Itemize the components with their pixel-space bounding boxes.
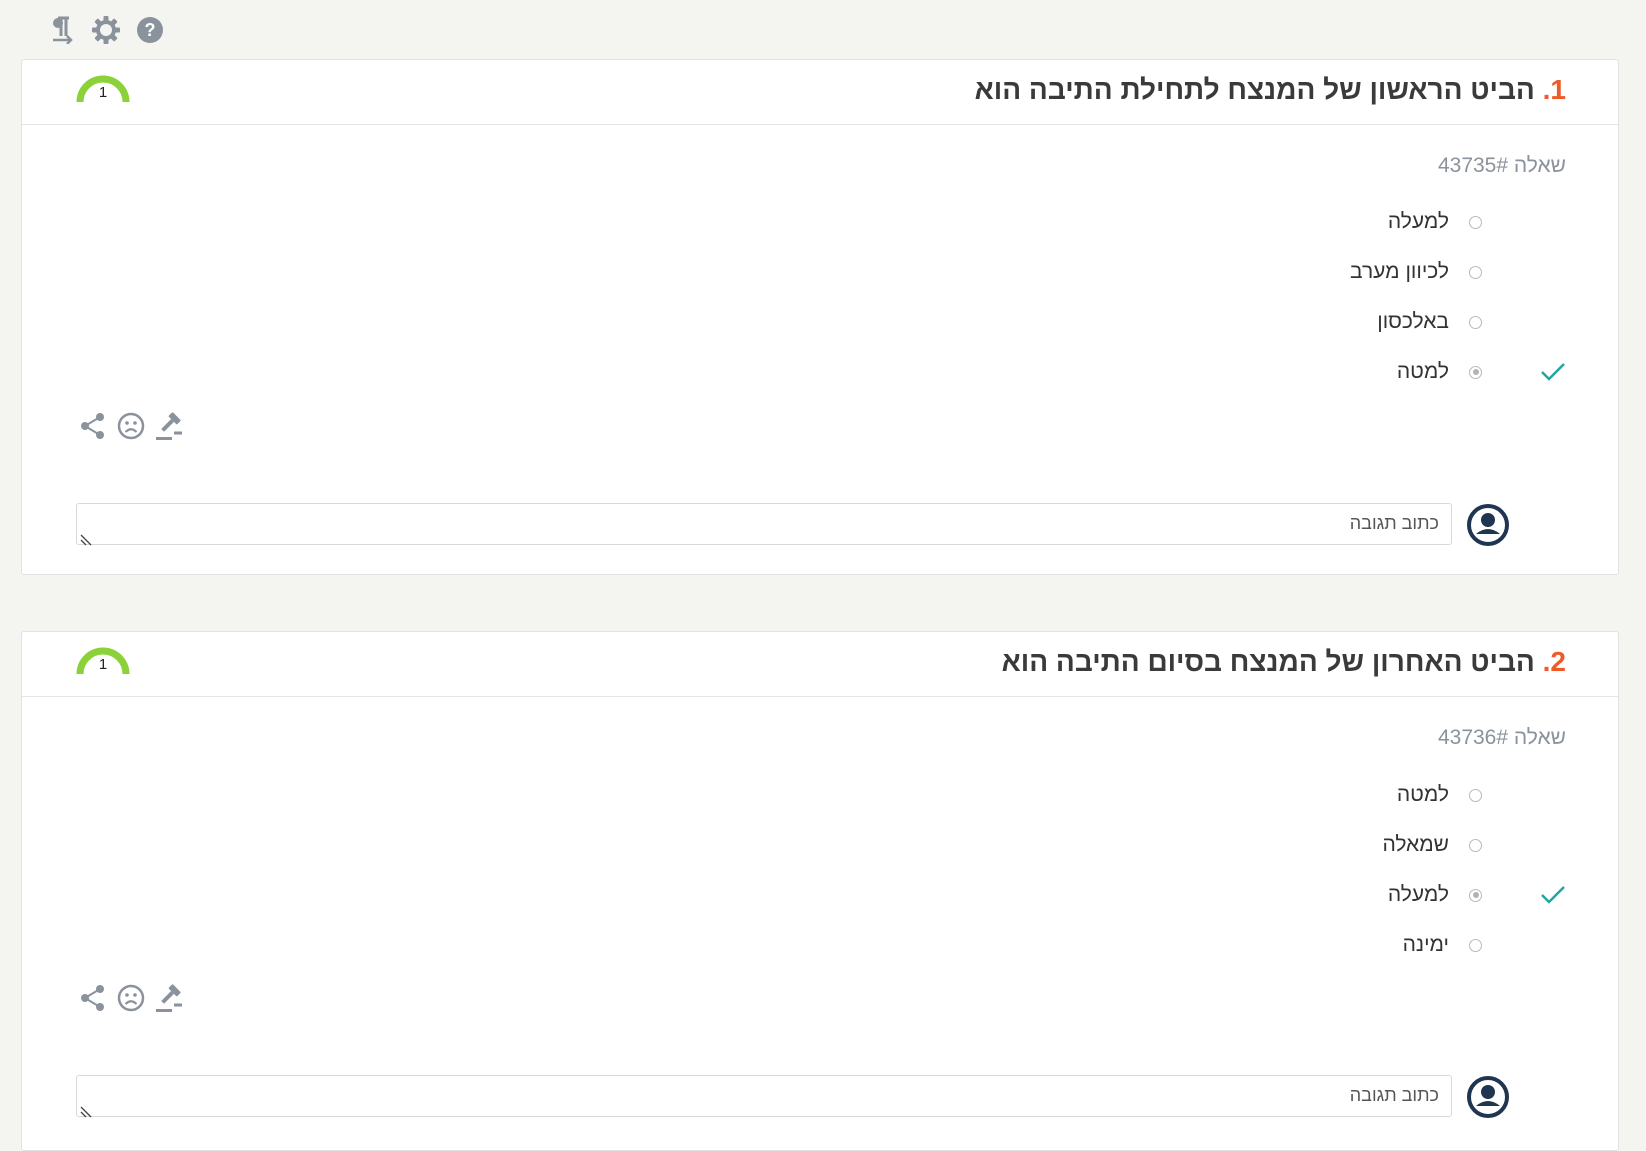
radio-button-selected[interactable] (1469, 365, 1482, 379)
option-label: למטה (1396, 360, 1449, 383)
answer-option[interactable]: שמאלה (1382, 830, 1482, 860)
sad-face-icon[interactable] (116, 983, 146, 1013)
help-icon[interactable]: ? (134, 14, 166, 46)
pilcrow-rtl-icon[interactable] (46, 14, 78, 46)
option-label: באלכסון (1377, 310, 1449, 333)
top-toolbar: ? (46, 14, 166, 46)
reply-textarea[interactable]: כתוב תגובה (76, 503, 1452, 545)
option-label: לכיוון מערב (1350, 260, 1449, 283)
answer-option[interactable]: למטה (1397, 780, 1482, 810)
share-icon[interactable] (78, 983, 108, 1013)
resize-handle-icon[interactable] (80, 533, 92, 546)
difficulty-gauge: 1 (76, 646, 130, 678)
question-card-2: 1 2. הביט האחרון של המנצח בסיום התיבה הו… (21, 631, 1619, 1151)
question-title: 1. הביט הראשון של המנצח לתחילת התיבה הוא (975, 74, 1566, 106)
question-number: 1. (1542, 74, 1566, 105)
radio-button[interactable] (1469, 315, 1482, 329)
question-header: 1 2. הביט האחרון של המנצח בסיום התיבה הו… (22, 632, 1618, 697)
question-id: שאלה 43736# (1437, 726, 1566, 749)
correct-check-icon (1540, 361, 1566, 383)
answer-option[interactable]: לכיוון מערב (1350, 257, 1482, 287)
sad-face-icon[interactable] (116, 411, 146, 441)
gauge-value: 1 (98, 84, 108, 101)
question-id: שאלה 43735# (1437, 154, 1566, 177)
reply-row: כתוב תגובה (76, 1075, 1564, 1119)
user-avatar-icon (1466, 503, 1510, 547)
option-label: ימינה (1402, 933, 1449, 956)
answer-option[interactable]: ימינה (1403, 930, 1482, 960)
option-label: למעלה (1387, 210, 1449, 233)
reply-textarea[interactable]: כתוב תגובה (76, 1075, 1452, 1117)
question-header: 1 1. הביט הראשון של המנצח לתחילת התיבה ה… (22, 60, 1618, 125)
user-avatar-icon (1466, 1075, 1510, 1119)
question-text: הביט האחרון של המנצח בסיום התיבה הוא (1001, 646, 1535, 677)
radio-button-selected[interactable] (1469, 888, 1482, 902)
gavel-report-icon[interactable] (154, 983, 184, 1013)
radio-button[interactable] (1469, 788, 1482, 802)
radio-button[interactable] (1469, 215, 1482, 229)
settings-gear-icon[interactable] (90, 14, 122, 46)
difficulty-gauge: 1 (76, 74, 130, 106)
option-label: למעלה (1387, 883, 1449, 906)
answer-option[interactable]: באלכסון (1377, 307, 1482, 337)
gauge-value: 1 (98, 656, 108, 673)
reply-row: כתוב תגובה (76, 503, 1564, 547)
question-title: 2. הביט האחרון של המנצח בסיום התיבה הוא (1002, 646, 1566, 678)
radio-button[interactable] (1469, 265, 1482, 279)
svg-text:?: ? (145, 20, 156, 40)
correct-check-icon (1540, 884, 1566, 906)
resize-handle-icon[interactable] (80, 1105, 92, 1118)
answer-option[interactable]: למעלה (1388, 207, 1482, 237)
option-label: למטה (1396, 783, 1449, 806)
share-icon[interactable] (78, 411, 108, 441)
question-actions (78, 983, 184, 1013)
answer-option[interactable]: למטה (1397, 357, 1482, 387)
radio-button[interactable] (1469, 938, 1482, 952)
option-label: שמאלה (1382, 833, 1449, 856)
question-number: 2. (1542, 646, 1566, 677)
question-actions (78, 411, 184, 441)
radio-button[interactable] (1469, 838, 1482, 852)
gavel-report-icon[interactable] (154, 411, 184, 441)
question-text: הביט הראשון של המנצח לתחילת התיבה הוא (974, 74, 1535, 105)
question-card-1: 1 1. הביט הראשון של המנצח לתחילת התיבה ה… (21, 59, 1619, 575)
answer-option[interactable]: למעלה (1388, 880, 1482, 910)
